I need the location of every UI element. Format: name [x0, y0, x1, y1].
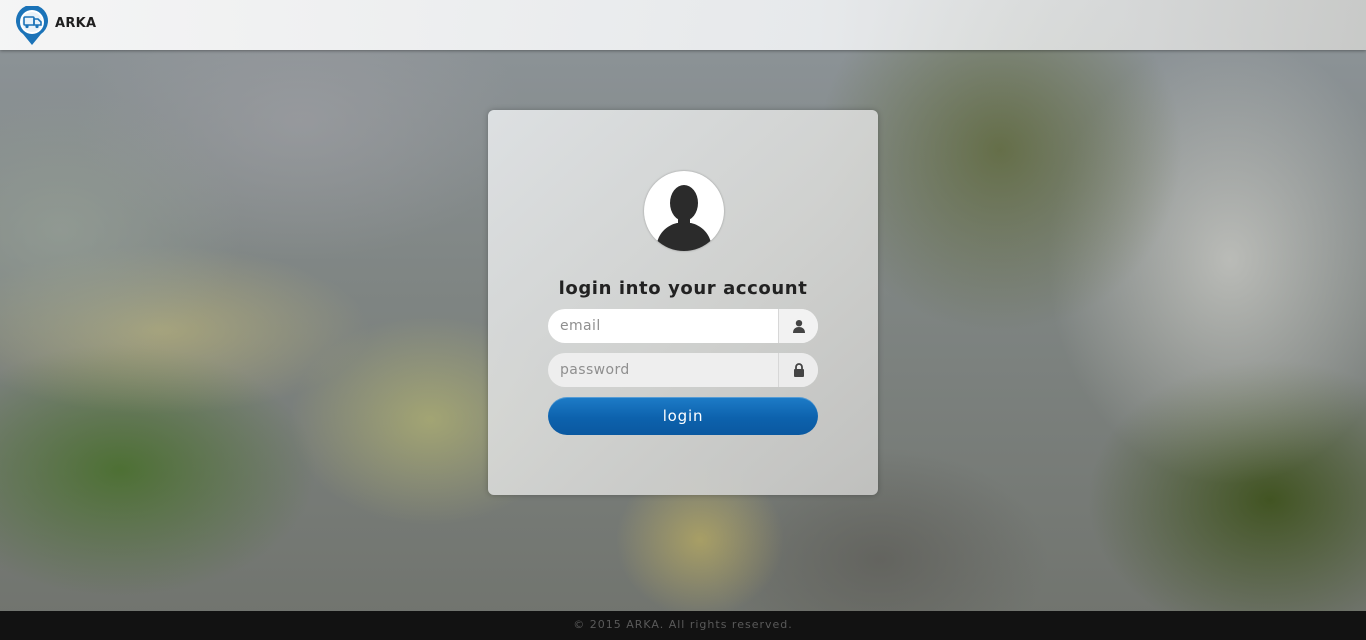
password-field-group	[548, 353, 818, 387]
truck-location-pin-icon[interactable]	[15, 4, 49, 46]
copyright-text: © 2015 ARKA. All rights reserved.	[573, 618, 793, 631]
login-button[interactable]: login	[548, 397, 818, 435]
user-icon	[778, 309, 818, 343]
footer: © 2015 ARKA. All rights reserved.	[0, 611, 1366, 640]
top-header: ARKA	[0, 0, 1366, 50]
login-card: login into your account login	[488, 110, 878, 495]
user-silhouette-icon	[644, 171, 724, 251]
email-input[interactable]	[548, 309, 778, 343]
lock-icon	[778, 353, 818, 387]
password-input[interactable]	[548, 353, 778, 387]
login-title: login into your account	[558, 278, 808, 299]
email-field-group	[548, 309, 818, 343]
brand-name[interactable]: ARKA	[55, 16, 96, 31]
